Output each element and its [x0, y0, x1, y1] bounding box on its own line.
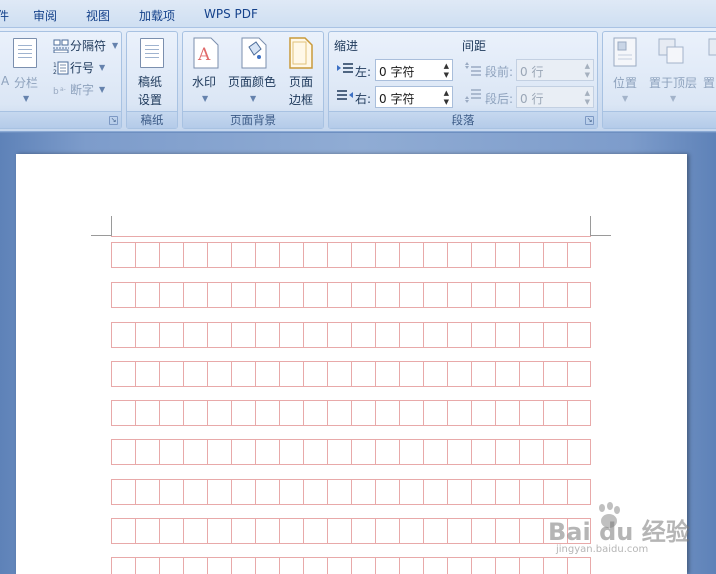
grid-row: [111, 557, 591, 574]
group-paragraph: 缩进 间距 左: 0 字符 ▲ ▼ 右: 0 字符 ▲ ▼ 段前: 0 行 ▲ …: [328, 31, 598, 129]
draft-paper-icon: [140, 38, 164, 68]
watermark-button[interactable]: 水印: [192, 73, 216, 90]
page-background-group-label: 页面背景: [183, 111, 323, 128]
tab-review[interactable]: 审阅: [33, 7, 57, 24]
hyphenation-dropdown-arrow[interactable]: ▼: [99, 85, 105, 94]
bring-to-front-dropdown-arrow[interactable]: ▼: [670, 94, 676, 103]
spacing-before-label: 段前:: [485, 65, 514, 79]
page-border-label-2[interactable]: 边框: [289, 91, 313, 108]
watermark-url-text: jingyan.baidu.com: [556, 544, 649, 555]
page-border-icon: [289, 37, 313, 69]
columns-icon: [13, 38, 37, 68]
svg-text:2: 2: [53, 69, 57, 75]
grid-top-line: [111, 236, 591, 237]
position-button[interactable]: 位置: [613, 74, 637, 91]
paragraph-launcher-icon[interactable]: ↘: [585, 116, 594, 125]
page-setup-group-label: [0, 111, 121, 128]
svg-text:b: b: [53, 87, 59, 97]
position-dropdown-arrow[interactable]: ▼: [622, 94, 628, 103]
svg-text:a-: a-: [60, 86, 66, 93]
line-numbers-button[interactable]: 行号: [70, 59, 94, 76]
breaks-dropdown-arrow[interactable]: ▼: [112, 41, 118, 50]
hyphenation-icon: b a-: [53, 86, 66, 97]
spacing-before-input[interactable]: 0 行 ▲ ▼: [516, 59, 594, 81]
indent-left-label: 左:: [355, 65, 372, 79]
indent-header: 缩进: [334, 39, 359, 53]
watermark-icon: A: [193, 37, 219, 69]
send-backward-icon: [708, 38, 716, 56]
draft-group-label: 稿纸: [127, 111, 177, 128]
spacing-after-label: 段后:: [485, 92, 514, 106]
page-color-dropdown-arrow[interactable]: ▼: [250, 94, 256, 103]
position-icon: [613, 37, 637, 67]
line-numbers-dropdown-arrow[interactable]: ▼: [99, 63, 105, 72]
hyphenation-button[interactable]: 断字: [70, 81, 94, 98]
page-border-label-1[interactable]: 页面: [289, 73, 313, 90]
paragraph-group-label: 段落: [329, 111, 597, 128]
tab-layout-partial[interactable]: 件: [0, 7, 9, 24]
partial-button-label: A: [1, 74, 10, 88]
grid-row: [111, 322, 591, 348]
spacing-header: 间距: [462, 39, 487, 53]
indent-right-icon: [337, 90, 353, 100]
grid-row: [111, 439, 591, 465]
group-page-background: A 水印 ▼ 页面颜色 ▼ 页面 边框 页面背景: [182, 31, 324, 129]
indent-right-down-arrow[interactable]: ▼: [444, 98, 449, 106]
group-arrange: 位置 ▼ 置于顶层 ▼ 置: [602, 31, 716, 129]
group-draft-paper: 稿纸 设置 稿纸: [126, 31, 178, 129]
grid-row: [111, 242, 591, 268]
indent-left-up-arrow[interactable]: ▲: [444, 62, 449, 70]
margin-mark-top-right-horizontal: [591, 235, 611, 236]
svg-text:A: A: [197, 45, 211, 65]
send-backward-partial-button[interactable]: 置: [703, 74, 715, 91]
breaks-icon: [53, 39, 69, 53]
tab-wps-pdf[interactable]: WPS PDF: [204, 7, 258, 21]
indent-right-input[interactable]: 0 字符 ▲ ▼: [375, 86, 453, 108]
columns-button[interactable]: 分栏: [14, 74, 38, 91]
indent-right-label: 右:: [355, 92, 372, 106]
grid-row: [111, 518, 591, 544]
grid-row: [111, 361, 591, 387]
watermark-brand-text: Bai du 经验: [548, 518, 690, 546]
spacing-before-icon: [465, 62, 481, 76]
draft-settings-label-2[interactable]: 设置: [138, 91, 162, 108]
grid-row: [111, 479, 591, 505]
svg-text:1: 1: [53, 62, 57, 69]
page-setup-launcher-icon[interactable]: ↘: [109, 116, 118, 125]
grid-row: [111, 282, 591, 308]
line-numbers-icon: 12: [53, 61, 69, 75]
bring-to-front-icon: [658, 38, 684, 64]
draft-settings-label-1[interactable]: 稿纸: [138, 73, 162, 90]
margin-mark-top-right-vertical: [590, 216, 591, 236]
margin-mark-top-left-vertical: [111, 216, 112, 236]
ribbon: A 分栏 ▼ 分隔符 ▼ 12 行号 ▼ b a- 断字 ▼ ↘ 稿纸 设置 稿纸: [0, 28, 716, 132]
tab-addins[interactable]: 加载项: [139, 7, 175, 24]
draft-paper-grid: [111, 236, 591, 574]
columns-dropdown-arrow[interactable]: ▼: [23, 94, 29, 103]
indent-right-up-arrow[interactable]: ▲: [444, 89, 449, 97]
tab-view[interactable]: 视图: [86, 7, 110, 24]
spacing-after-input[interactable]: 0 行 ▲ ▼: [516, 86, 594, 108]
page-color-icon: [241, 37, 267, 69]
watermark-dropdown-arrow[interactable]: ▼: [202, 94, 208, 103]
spacing-after-icon: [465, 89, 481, 103]
spacing-before-up-arrow[interactable]: ▲: [585, 62, 590, 70]
indent-left-input[interactable]: 0 字符 ▲ ▼: [375, 59, 453, 81]
spacing-after-down-arrow[interactable]: ▼: [585, 98, 590, 106]
indent-left-down-arrow[interactable]: ▼: [444, 71, 449, 79]
arrange-group-label: [603, 111, 716, 128]
spacing-before-down-arrow[interactable]: ▼: [585, 71, 590, 79]
bring-to-front-button[interactable]: 置于顶层: [649, 74, 697, 91]
group-page-setup: A 分栏 ▼ 分隔符 ▼ 12 行号 ▼ b a- 断字 ▼ ↘: [0, 31, 122, 129]
breaks-button[interactable]: 分隔符: [70, 37, 106, 54]
menu-tab-bar: 件 审阅 视图 加载项 WPS PDF: [0, 0, 716, 28]
page-color-button[interactable]: 页面颜色: [228, 73, 276, 90]
spacing-after-up-arrow[interactable]: ▲: [585, 89, 590, 97]
margin-mark-top-left-horizontal: [91, 235, 111, 236]
grid-row: [111, 400, 591, 426]
indent-left-icon: [337, 63, 353, 73]
baidu-watermark: Bai du 经验 jingyan.baidu.com: [548, 500, 698, 560]
